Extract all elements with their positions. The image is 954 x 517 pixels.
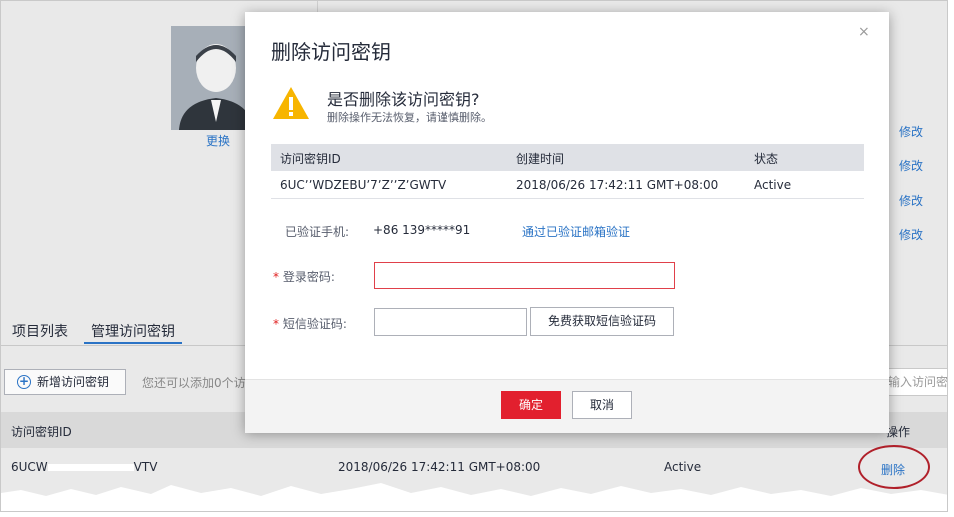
- dialog-row-status: Active: [754, 178, 792, 192]
- get-sms-code-button[interactable]: 免费获取短信验证码: [530, 307, 674, 336]
- close-icon[interactable]: ×: [858, 24, 870, 40]
- password-input[interactable]: [374, 262, 675, 289]
- password-label: * 登录密码:: [273, 270, 335, 284]
- dialog-title: 删除访问密钥: [271, 40, 391, 64]
- delete-access-key-dialog: 删除访问密钥 × 是否删除该访问密钥? 删除操作无法恢复，请谨慎删除。 访问密钥…: [245, 12, 889, 433]
- confirm-button[interactable]: 确定: [501, 391, 561, 419]
- warning-title: 是否删除该访问密钥?: [327, 90, 480, 109]
- dialog-row-key-id: 6UCʼʼWDZEBUʼ7ʼZʼʼZʼGWTV: [280, 178, 447, 192]
- verified-phone-label: 已验证手机:: [285, 225, 350, 239]
- sms-code-label: * 短信验证码:: [273, 317, 347, 331]
- verified-phone-value: +86 139*****91: [373, 223, 471, 237]
- dialog-footer: [245, 379, 889, 433]
- warning-subtitle: 删除操作无法恢复，请谨慎删除。: [327, 111, 492, 124]
- required-mark: *: [273, 317, 279, 331]
- cancel-button[interactable]: 取消: [572, 391, 632, 419]
- dialog-row-created: 2018/06/26 17:42:11 GMT+08:00: [516, 178, 719, 192]
- dialog-column-key-id: 访问密钥ID: [280, 152, 341, 166]
- dialog-table-divider: [271, 198, 864, 199]
- sms-code-input[interactable]: [374, 308, 527, 336]
- verify-by-email-link[interactable]: 通过已验证邮箱验证: [522, 223, 630, 240]
- required-mark: *: [273, 270, 279, 284]
- warning-icon: [273, 87, 309, 119]
- dialog-column-created: 创建时间: [516, 152, 565, 166]
- dialog-column-status: 状态: [754, 152, 779, 166]
